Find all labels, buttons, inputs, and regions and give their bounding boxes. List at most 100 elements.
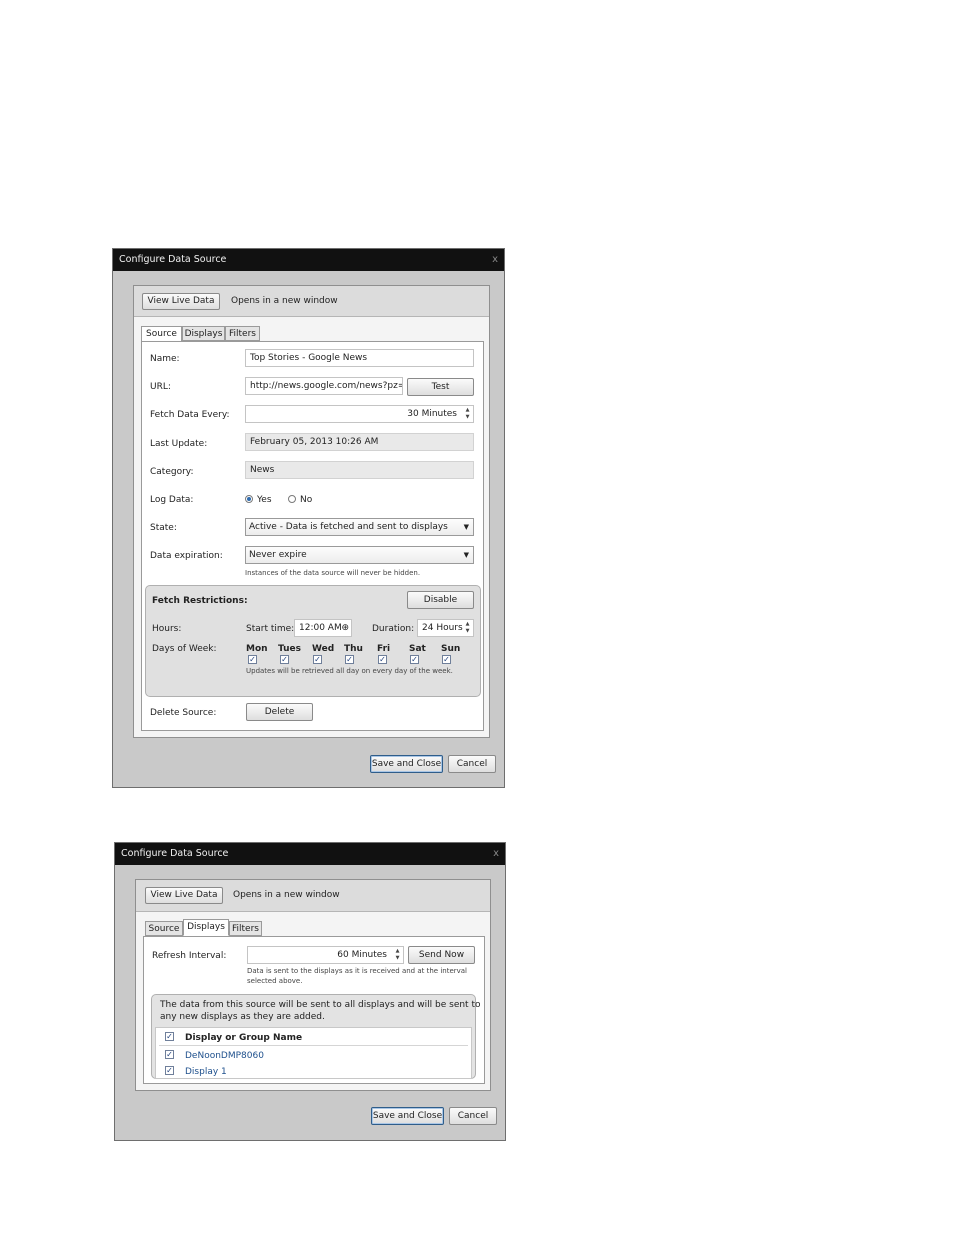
refresh-interval-value: 60 Minutes <box>337 950 387 960</box>
dialog-content-panel: View Live Data Opens in a new window Sou… <box>133 285 490 738</box>
log-data-no-label: No <box>300 495 313 505</box>
display-row-name-0[interactable]: DeNoonDMP8060 <box>185 1051 264 1061</box>
display-row-name-1[interactable]: Display 1 <box>185 1067 227 1077</box>
info-line1: The data from this source will be sent t… <box>160 1000 481 1010</box>
last-update-label: Last Update: <box>150 439 208 449</box>
live-data-row: View Live Data Opens in a new window <box>136 880 490 912</box>
chevron-down-icon: ▼ <box>463 523 469 531</box>
fetch-every-label: Fetch Data Every: <box>150 410 230 420</box>
day-checkbox-mon[interactable]: ✓ <box>248 655 257 664</box>
name-input[interactable]: Top Stories - Google News <box>245 349 474 367</box>
source-tab-panel: Name: Top Stories - Google News URL: htt… <box>141 341 484 731</box>
url-label: URL: <box>150 382 171 392</box>
fetch-restrictions-note: Updates will be retrieved all day on eve… <box>246 667 453 675</box>
view-live-data-button[interactable]: View Live Data <box>142 293 220 310</box>
cancel-button[interactable]: Cancel <box>449 1107 497 1125</box>
cancel-button[interactable]: Cancel <box>448 755 496 773</box>
day-label-tues: Tues <box>278 644 302 654</box>
refresh-note-line2: selected above. <box>247 977 303 985</box>
view-live-data-button[interactable]: View Live Data <box>145 887 223 904</box>
duration-input[interactable]: 24 Hours ▲ ▼ <box>417 619 474 637</box>
configure-data-source-dialog-displays: Configure Data Source x View Live Data O… <box>114 842 506 1141</box>
name-label: Name: <box>150 354 180 364</box>
fetch-restrictions-title: Fetch Restrictions: <box>152 596 248 606</box>
refresh-interval-label: Refresh Interval: <box>152 951 227 961</box>
start-time-value: 12:00 AM <box>299 623 342 633</box>
select-all-checkbox[interactable]: ✓ <box>165 1032 174 1041</box>
data-expiration-selected: Never expire <box>249 550 307 560</box>
dialog-content-panel: View Live Data Opens in a new window Sou… <box>135 879 491 1091</box>
day-label-thu: Thu <box>344 644 363 654</box>
display-grid: ✓ Display or Group Name ✓ DeNoonDMP8060 … <box>155 1027 472 1079</box>
info-line2: any new displays as they are added. <box>160 1012 325 1022</box>
send-to-all-info: The data from this source will be sent t… <box>151 994 480 1079</box>
opens-new-window-note: Opens in a new window <box>231 296 338 306</box>
display-row-checkbox-0[interactable]: ✓ <box>165 1050 174 1059</box>
clock-icon[interactable]: ⊕ <box>341 620 349 636</box>
tab-source[interactable]: Source <box>145 921 183 936</box>
refresh-interval-spinner[interactable]: ▲ ▼ <box>393 948 402 962</box>
day-label-fri: Fri <box>377 644 391 654</box>
day-checkbox-fri[interactable]: ✓ <box>378 655 387 664</box>
fetch-every-spinner[interactable]: ▲ ▼ <box>463 407 472 421</box>
day-label-wed: Wed <box>312 644 335 654</box>
opens-new-window-note: Opens in a new window <box>233 890 340 900</box>
duration-value: 24 Hours <box>422 623 463 633</box>
save-and-close-button[interactable]: Save and Close <box>371 1107 444 1125</box>
start-time-input[interactable]: 12:00 AM ⊕ <box>294 619 352 637</box>
day-label-mon: Mon <box>246 644 268 654</box>
duration-label: Duration: <box>372 624 415 634</box>
fetch-every-value: 30 Minutes <box>407 409 457 419</box>
delete-button[interactable]: Delete <box>246 703 313 721</box>
grid-header-display-name: Display or Group Name <box>185 1033 303 1043</box>
category-value: News <box>245 461 474 479</box>
day-checkbox-sun[interactable]: ✓ <box>442 655 451 664</box>
tab-displays[interactable]: Displays <box>182 326 225 341</box>
data-expiration-select[interactable]: Never expire ▼ <box>245 546 474 564</box>
save-and-close-button[interactable]: Save and Close <box>370 755 443 773</box>
day-checkbox-thu[interactable]: ✓ <box>345 655 354 664</box>
day-checkbox-wed[interactable]: ✓ <box>313 655 322 664</box>
refresh-note-line1: Data is sent to the displays as it is re… <box>247 967 468 975</box>
state-selected: Active - Data is fetched and sent to dis… <box>249 522 448 532</box>
chevron-down-icon: ▼ <box>463 551 469 559</box>
tab-filters[interactable]: Filters <box>229 921 262 936</box>
tab-filters[interactable]: Filters <box>225 326 260 341</box>
day-label-sat: Sat <box>409 644 426 654</box>
fetch-every-input[interactable]: 30 Minutes ▲ ▼ <box>245 405 474 423</box>
configure-data-source-dialog-source: Configure Data Source x View Live Data O… <box>112 248 505 788</box>
log-data-no-radio[interactable] <box>288 495 296 503</box>
send-now-button[interactable]: Send Now <box>408 946 475 964</box>
dialog-title-bar: Configure Data Source x <box>113 249 504 271</box>
last-update-value: February 05, 2013 10:26 AM <box>245 433 474 451</box>
expiration-note: Instances of the data source will never … <box>245 569 421 577</box>
hours-label: Hours: <box>152 624 182 634</box>
displays-tab-panel: Refresh Interval: 60 Minutes ▲ ▼ Send Now… <box>143 936 485 1084</box>
fetch-restrictions-panel: Fetch Restrictions: Disable Hours: Start… <box>145 585 481 697</box>
close-icon[interactable]: x <box>492 249 498 271</box>
days-of-week-label: Days of Week: <box>152 644 217 654</box>
category-label: Category: <box>150 467 194 477</box>
log-data-yes-label: Yes <box>257 495 272 505</box>
close-icon[interactable]: x <box>493 843 499 865</box>
refresh-interval-input[interactable]: 60 Minutes ▲ ▼ <box>247 946 404 964</box>
display-row-checkbox-1[interactable]: ✓ <box>165 1066 174 1075</box>
dialog-title: Configure Data Source <box>121 848 229 859</box>
tab-displays[interactable]: Displays <box>183 919 229 936</box>
duration-spinner[interactable]: ▲ ▼ <box>463 621 472 635</box>
day-checkbox-sat[interactable]: ✓ <box>410 655 419 664</box>
data-expiration-label: Data expiration: <box>150 551 223 561</box>
delete-source-label: Delete Source: <box>150 708 217 718</box>
day-checkbox-tues[interactable]: ✓ <box>280 655 289 664</box>
state-label: State: <box>150 523 177 533</box>
disable-button[interactable]: Disable <box>407 591 474 609</box>
dialog-title-bar: Configure Data Source x <box>115 843 505 865</box>
log-data-yes-radio[interactable] <box>245 495 253 503</box>
state-select[interactable]: Active - Data is fetched and sent to dis… <box>245 518 474 536</box>
test-button[interactable]: Test <box>407 378 474 396</box>
log-data-label: Log Data: <box>150 495 194 505</box>
start-time-label: Start time: <box>246 624 295 634</box>
url-input[interactable]: http://news.google.com/news?pz=1& <box>245 377 403 395</box>
live-data-row: View Live Data Opens in a new window <box>134 286 489 317</box>
grid-header-divider <box>159 1045 468 1046</box>
